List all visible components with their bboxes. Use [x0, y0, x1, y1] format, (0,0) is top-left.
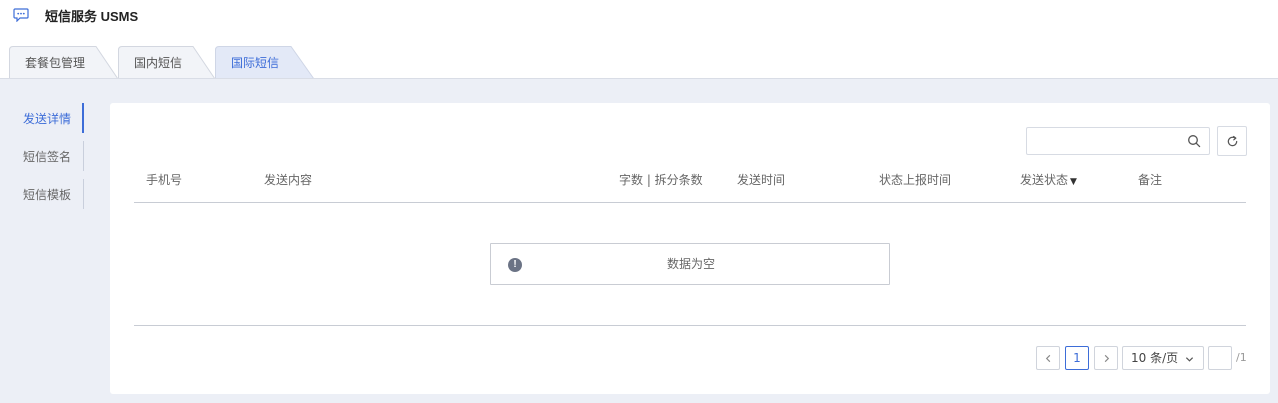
- column-header-send-status[interactable]: 发送状态 ▼: [1020, 171, 1077, 188]
- column-header-report-time: 状态上报时间: [879, 173, 952, 187]
- sidebar-item-label: 发送详情: [23, 111, 72, 126]
- next-page-button[interactable]: [1094, 346, 1118, 370]
- tab-bar: 套餐包管理 国内短信 国际短信: [0, 46, 1278, 79]
- empty-message: 数据为空: [666, 257, 715, 271]
- search-icon[interactable]: [1187, 134, 1201, 148]
- tab-label: 国际短信: [231, 56, 280, 70]
- sidebar-item-sms-template[interactable]: 短信模板: [0, 179, 84, 209]
- app-header: 短信服务 USMS: [0, 0, 1278, 32]
- chevron-right-icon: [1104, 354, 1109, 363]
- tab-package-management[interactable]: 套餐包管理: [9, 46, 119, 79]
- page-jump-input[interactable]: [1209, 347, 1231, 369]
- column-header-content: 发送内容: [264, 173, 313, 187]
- page-size-label: 10 条/页: [1131, 351, 1179, 365]
- tab-international-sms[interactable]: 国际短信: [215, 46, 315, 79]
- empty-state: ! 数据为空: [490, 243, 890, 285]
- page-button-current[interactable]: 1: [1065, 346, 1089, 370]
- column-header-send-time: 发送时间: [737, 173, 786, 187]
- app-title: 短信服务 USMS: [45, 9, 139, 24]
- column-header-word-count: 字数 | 拆分条数: [619, 173, 703, 187]
- page-jump-box: [1208, 346, 1232, 370]
- chat-bubble-icon: [13, 8, 29, 22]
- filter-down-icon[interactable]: ▼: [1070, 177, 1077, 187]
- column-header-remark: 备注: [1138, 173, 1163, 187]
- content-panel: 手机号 发送内容 字数 | 拆分条数 发送时间 状态上报时间 发送状态 ▼ 备注 …: [110, 103, 1270, 394]
- sidebar-nav: 发送详情 短信签名 短信模板: [0, 103, 84, 209]
- chevron-left-icon: [1045, 354, 1050, 363]
- search-box: [1026, 127, 1210, 155]
- tab-label: 套餐包管理: [25, 56, 86, 70]
- refresh-icon: [1227, 135, 1238, 147]
- search-input[interactable]: [1027, 128, 1182, 154]
- prev-page-button[interactable]: [1036, 346, 1060, 370]
- total-pages: /1: [1236, 351, 1247, 364]
- sidebar-item-label: 短信签名: [23, 149, 72, 164]
- table-footer-divider: [134, 325, 1246, 326]
- page-size-select[interactable]: 10 条/页: [1122, 346, 1204, 370]
- sidebar-item-send-details[interactable]: 发送详情: [0, 103, 84, 133]
- refresh-button[interactable]: [1217, 126, 1247, 156]
- tab-domestic-sms[interactable]: 国内短信: [118, 46, 216, 79]
- sidebar-item-sms-signature[interactable]: 短信签名: [0, 141, 84, 171]
- column-header-label: 发送状态: [1020, 173, 1069, 187]
- chevron-down-icon: [1185, 357, 1194, 362]
- column-header-phone: 手机号: [146, 173, 183, 187]
- tab-label: 国内短信: [134, 56, 183, 70]
- table-header-divider: [134, 202, 1246, 203]
- sidebar-item-label: 短信模板: [23, 187, 72, 202]
